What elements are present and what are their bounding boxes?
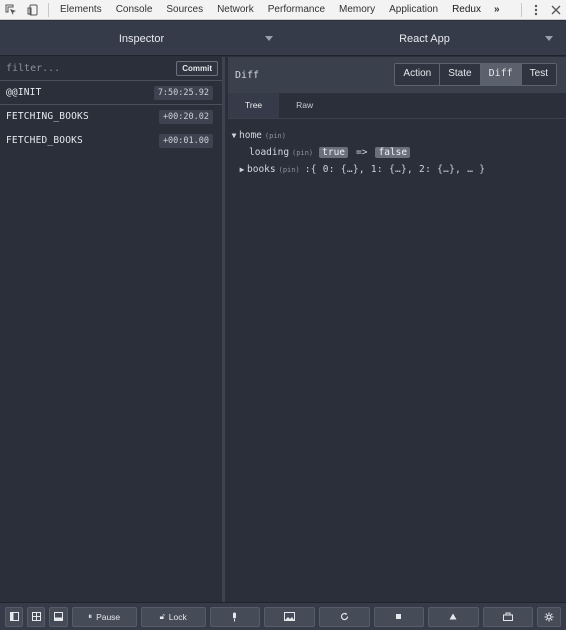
settings-button[interactable] bbox=[537, 606, 562, 627]
tree-key: books bbox=[247, 164, 276, 175]
subtab-tree[interactable]: Tree bbox=[228, 92, 280, 118]
upload-button[interactable] bbox=[428, 606, 479, 627]
toggle-chart-button[interactable] bbox=[27, 606, 46, 627]
more-tabs-button[interactable]: » bbox=[488, 4, 506, 15]
dispatch-button[interactable] bbox=[209, 606, 261, 627]
action-name: FETCHING_BOOKS bbox=[6, 111, 89, 122]
pin-button[interactable]: (pin) bbox=[265, 132, 286, 140]
diff-arrow: => bbox=[356, 147, 368, 158]
tab-diff[interactable]: Diff bbox=[480, 64, 522, 85]
expanded-arrow-icon[interactable]: ▼ bbox=[229, 131, 239, 140]
sidebar-bottom-icon bbox=[54, 612, 63, 621]
refresh-icon bbox=[340, 612, 348, 621]
tree-node-loading: loading (pin) true => false bbox=[229, 144, 566, 161]
chevron-down-icon bbox=[265, 36, 273, 41]
gear-icon bbox=[544, 612, 554, 621]
download-icon bbox=[396, 614, 402, 619]
tree-key: home bbox=[239, 130, 262, 141]
toggle-log-monitor-button[interactable] bbox=[5, 606, 24, 627]
device-toolbar-icon[interactable] bbox=[22, 0, 44, 20]
inspector-title: Diff bbox=[235, 69, 260, 81]
tab-memory[interactable]: Memory bbox=[332, 0, 382, 20]
view-subtabs: Tree Raw bbox=[228, 92, 566, 119]
microphone-icon bbox=[233, 612, 237, 621]
filter-row: Commit bbox=[0, 57, 222, 81]
action-item-fetched-books[interactable]: FETCHED_BOOKS +00:01.00 bbox=[0, 129, 222, 153]
instance-select-label: React App bbox=[399, 32, 450, 45]
divider bbox=[521, 3, 522, 17]
subtab-raw[interactable]: Raw bbox=[279, 92, 330, 118]
tab-elements[interactable]: Elements bbox=[53, 0, 109, 20]
grid-icon bbox=[31, 612, 41, 621]
tab-application[interactable]: Application bbox=[382, 0, 445, 20]
refresh-button[interactable] bbox=[318, 606, 370, 627]
tree-node-home[interactable]: ▼ home (pin) bbox=[229, 127, 566, 144]
tab-console[interactable]: Console bbox=[109, 0, 160, 20]
inspect-element-icon[interactable] bbox=[0, 0, 22, 20]
pause-label: Pause bbox=[96, 611, 121, 622]
tab-sources[interactable]: Sources bbox=[159, 0, 210, 20]
commit-button[interactable]: Commit bbox=[176, 61, 218, 76]
inspector-header: Diff Action State Diff Test bbox=[228, 57, 566, 93]
pin-button[interactable]: (pin) bbox=[279, 166, 300, 174]
devtools-tab-bar: Elements Console Sources Network Perform… bbox=[0, 0, 566, 20]
action-item-fetching-books[interactable]: FETCHING_BOOKS +00:20.02 bbox=[0, 105, 222, 129]
pause-icon: ⏸ bbox=[88, 611, 93, 621]
monitor-header: Inspector React App bbox=[0, 21, 566, 56]
collapsed-arrow-icon[interactable]: ▶ bbox=[237, 165, 247, 174]
tab-redux[interactable]: Redux bbox=[445, 0, 488, 20]
lock-label: Lock bbox=[168, 611, 187, 622]
diff-tree: ▼ home (pin) loading (pin) true => false… bbox=[228, 119, 566, 178]
divider bbox=[48, 2, 49, 17]
action-name: FETCHED_BOOKS bbox=[6, 135, 83, 146]
import-button[interactable] bbox=[264, 606, 315, 627]
sidebar-left-icon bbox=[9, 612, 19, 621]
lock-button[interactable]: 🔓︎ Lock bbox=[140, 606, 206, 627]
chevron-down-icon bbox=[545, 36, 553, 41]
monitor-select[interactable]: Inspector bbox=[0, 21, 283, 56]
monitor-select-label: Inspector bbox=[118, 32, 165, 45]
action-time: 7:50:25.92 bbox=[153, 85, 213, 100]
tab-network[interactable]: Network bbox=[210, 0, 261, 20]
tree-preview: :{ 0: {…}, 1: {…}, 2: {…}, … } bbox=[304, 164, 486, 175]
action-name: @@INIT bbox=[6, 87, 42, 98]
bottom-toolbar: ⏸ Pause 🔓︎ Lock bbox=[0, 602, 566, 630]
upload-icon bbox=[449, 613, 457, 620]
diff-new-value: false bbox=[375, 147, 411, 158]
close-icon[interactable] bbox=[546, 0, 566, 20]
pin-button[interactable]: (pin) bbox=[292, 149, 313, 157]
action-item-init[interactable]: @@INIT 7:50:25.92 bbox=[0, 81, 222, 105]
toggle-slider-button[interactable] bbox=[49, 606, 68, 627]
instance-select[interactable]: React App bbox=[283, 21, 566, 56]
tab-state[interactable]: State bbox=[440, 64, 481, 85]
lock-icon: 🔓︎ bbox=[159, 611, 165, 621]
filter-input[interactable] bbox=[6, 58, 177, 79]
action-time: +00:01.00 bbox=[158, 133, 213, 148]
kebab-menu-icon[interactable] bbox=[526, 0, 546, 20]
tree-key: loading bbox=[249, 147, 290, 158]
tree-node-books[interactable]: ▶ books (pin) :{ 0: {…}, 1: {…}, 2: {…},… bbox=[229, 161, 566, 178]
tab-performance[interactable]: Performance bbox=[261, 0, 332, 20]
pause-button[interactable]: ⏸ Pause bbox=[71, 606, 137, 627]
remote-icon bbox=[503, 612, 514, 621]
tab-action[interactable]: Action bbox=[395, 64, 441, 85]
tab-test[interactable]: Test bbox=[521, 64, 556, 85]
action-list-pane: Commit @@INIT 7:50:25.92 FETCHING_BOOKS … bbox=[0, 57, 225, 602]
inspector-pane: Diff Action State Diff Test Tree Raw ▼ h… bbox=[228, 57, 566, 602]
export-button[interactable] bbox=[373, 606, 425, 627]
inspector-tabbar: Action State Diff Test bbox=[394, 63, 557, 86]
remote-button[interactable] bbox=[482, 606, 534, 627]
image-icon bbox=[284, 612, 296, 621]
diff-old-value: true bbox=[319, 147, 349, 158]
action-time: +00:20.02 bbox=[158, 109, 213, 124]
